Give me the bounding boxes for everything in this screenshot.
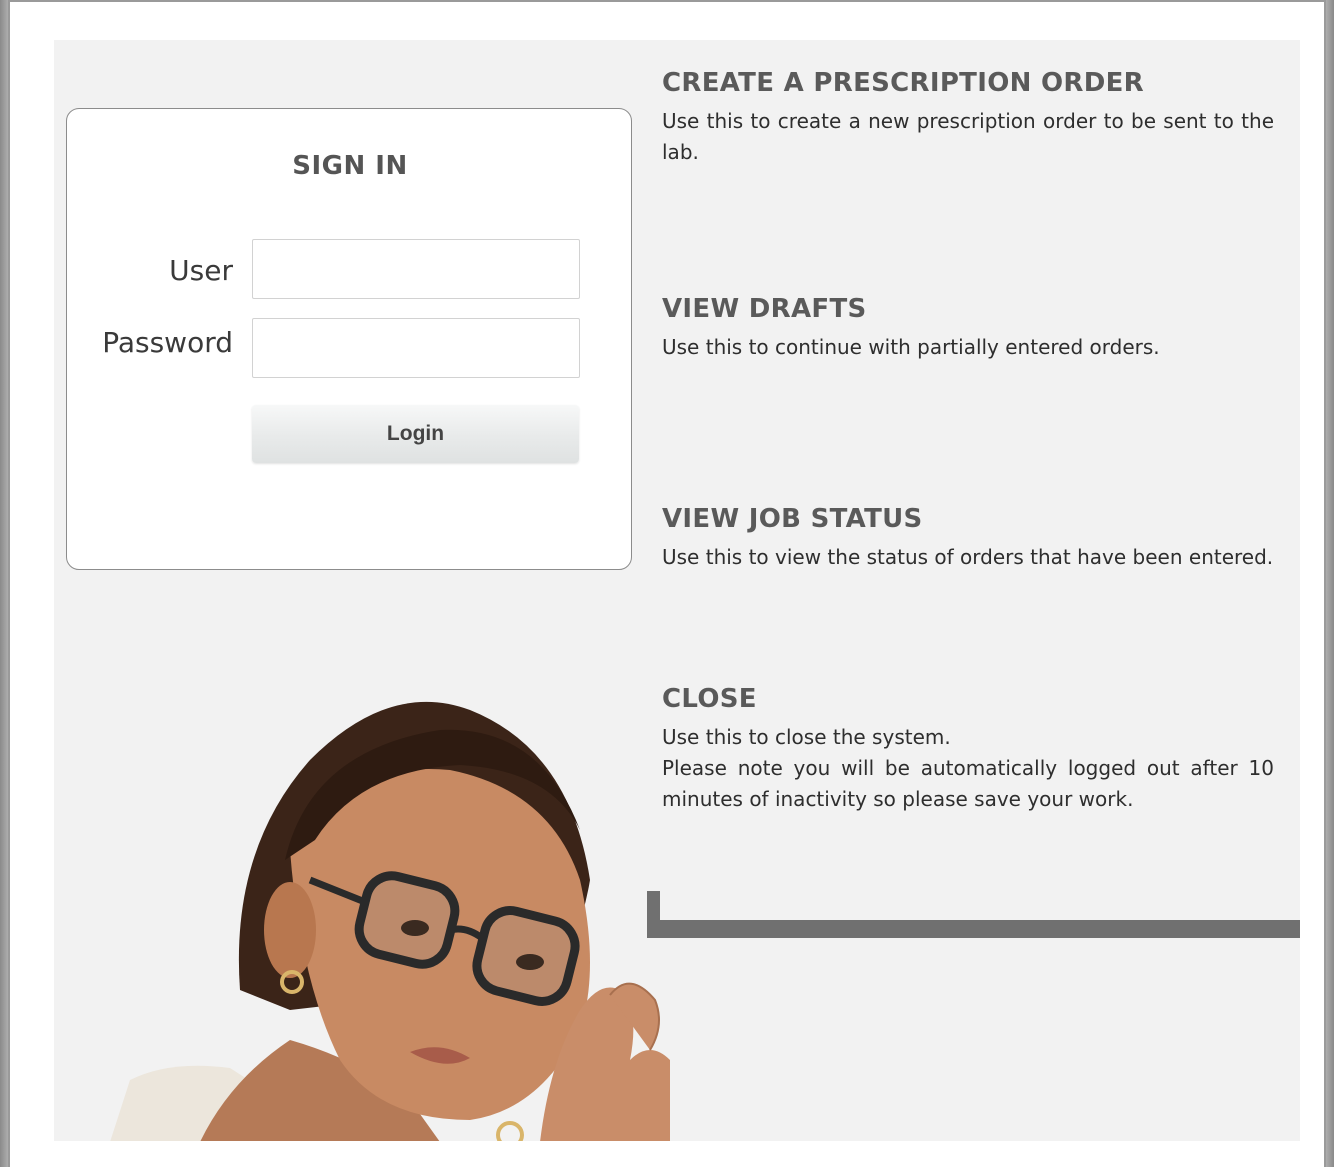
main-panel: SIGN IN User Password Login CREATE A PRE… xyxy=(54,40,1300,1141)
sign-in-title: SIGN IN xyxy=(292,151,408,181)
close-title[interactable]: CLOSE xyxy=(662,682,1274,716)
user-input[interactable] xyxy=(252,239,580,299)
user-label: User xyxy=(169,254,233,287)
password-input[interactable] xyxy=(252,318,580,378)
view-job-status-description: Use this to view the status of orders th… xyxy=(662,545,1274,569)
view-job-status-section[interactable]: VIEW JOB STATUS Use this to view the sta… xyxy=(662,502,1274,573)
view-job-status-title[interactable]: VIEW JOB STATUS xyxy=(662,502,1274,536)
view-drafts-title[interactable]: VIEW DRAFTS xyxy=(662,292,1274,326)
create-order-description: Use this to create a new prescription or… xyxy=(662,109,1274,164)
password-label: Password xyxy=(102,326,233,359)
close-inactivity-note: Please note you will be automatically lo… xyxy=(662,756,1274,811)
login-button[interactable]: Login xyxy=(252,405,579,463)
woman-with-glasses-photo xyxy=(110,701,671,1141)
create-order-title[interactable]: CREATE A PRESCRIPTION ORDER xyxy=(662,66,1274,100)
close-section[interactable]: CLOSE Use this to close the system. Plea… xyxy=(662,682,1274,815)
create-order-section[interactable]: CREATE A PRESCRIPTION ORDER Use this to … xyxy=(662,66,1274,168)
sign-in-box: SIGN IN User Password Login xyxy=(66,108,632,570)
app-window: SIGN IN User Password Login CREATE A PRE… xyxy=(8,0,1326,1167)
view-drafts-description: Use this to continue with partially ente… xyxy=(662,335,1160,359)
close-description: Use this to close the system. xyxy=(662,725,951,749)
view-drafts-section[interactable]: VIEW DRAFTS Use this to continue with pa… xyxy=(662,292,1274,363)
